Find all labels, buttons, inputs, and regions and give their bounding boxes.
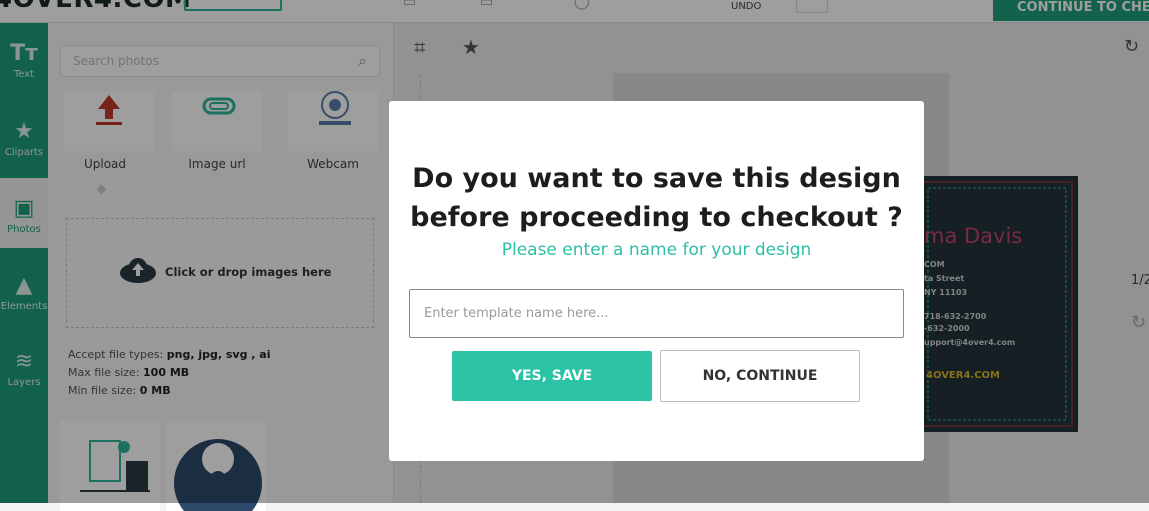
dialog-subtitle: Please enter a name for your design xyxy=(501,240,812,260)
dialog-title: Do you want to save this design before p… xyxy=(389,159,924,237)
yes-save-button[interactable]: YES, SAVE xyxy=(452,351,652,401)
dialog-title-line-1: Do you want to save this design xyxy=(412,163,901,194)
dialog-title-line-2: before proceeding to checkout ? xyxy=(410,202,903,233)
no-continue-button[interactable]: NO, CONTINUE xyxy=(660,350,860,402)
template-name-input[interactable] xyxy=(409,289,904,338)
save-design-dialog: Do you want to save this design before p… xyxy=(389,101,924,461)
